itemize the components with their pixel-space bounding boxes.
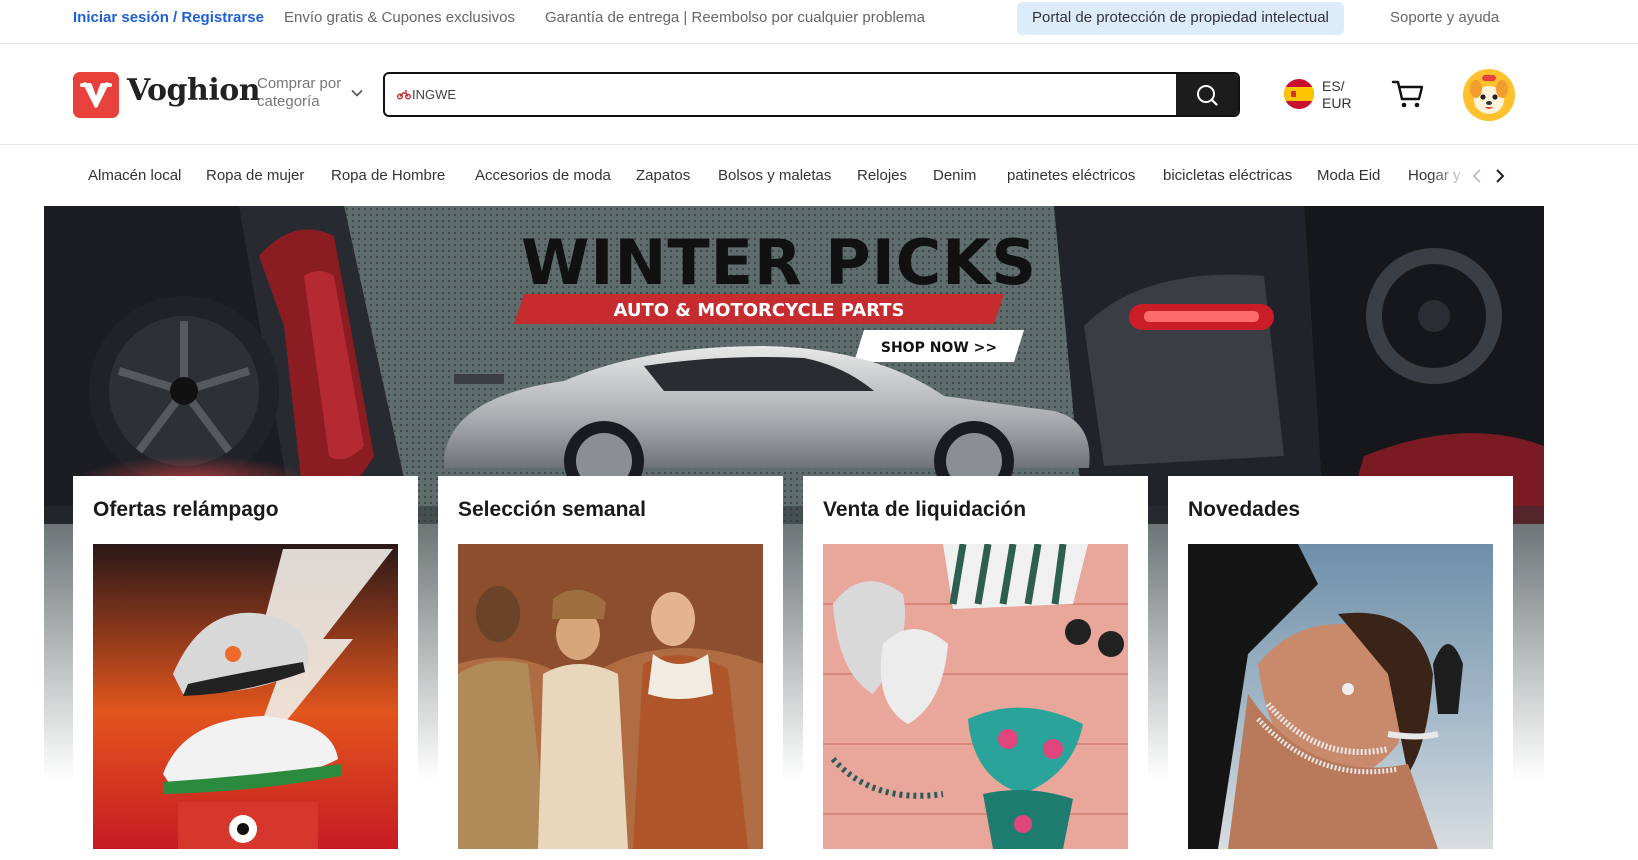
dog-avatar-icon [1463, 69, 1515, 121]
weekly-selection-card[interactable]: Selección semanal [438, 476, 783, 860]
search-bar [383, 72, 1240, 117]
nav-item-ropa-mujer[interactable]: Ropa de mujer [206, 167, 304, 184]
browse-by-category-button[interactable]: Comprar por categoría [257, 75, 357, 111]
language-label: ES/ [1322, 78, 1345, 94]
nav-item-patinetes-electricos[interactable]: patinetes eléctricos [1007, 167, 1135, 184]
currency-label: EUR [1322, 95, 1352, 111]
search-icon [1197, 84, 1218, 106]
chevron-left-icon[interactable] [1467, 166, 1487, 186]
jewelry-model-image[interactable] [1188, 544, 1493, 849]
ip-protection-portal-link[interactable]: Portal de protección de propiedad intele… [1017, 2, 1344, 35]
nav-item-bicicletas-electricas[interactable]: bicicletas eléctricas [1163, 167, 1292, 184]
card-title: Venta de liquidación [823, 498, 1027, 521]
spain-flag-icon[interactable] [1284, 79, 1314, 109]
new-arrivals-card[interactable]: Novedades [1168, 476, 1513, 860]
nav-item-denim[interactable]: Denim [933, 167, 976, 184]
card-title: Selección semanal [458, 498, 646, 521]
top-utility-bar: Iniciar sesión / Registrarse Envío grati… [0, 0, 1638, 44]
delivery-guarantee-text[interactable]: Garantía de entrega | Reembolso por cual… [545, 9, 925, 27]
language-currency-selector[interactable]: ES/ EUR [1322, 78, 1352, 112]
voghion-logo-icon[interactable] [73, 72, 119, 118]
brand-name[interactable]: Voghion [127, 73, 261, 108]
sneakers-image[interactable] [93, 544, 398, 849]
category-nav: Almacén local Ropa de mujer Ropa de Homb… [0, 146, 1638, 206]
chevron-right-icon[interactable] [1490, 166, 1510, 186]
banner-shop-now[interactable]: SHOP NOW >> [881, 340, 997, 356]
nav-item-moda-eid[interactable]: Moda Eid [1317, 167, 1380, 184]
user-avatar[interactable] [1463, 69, 1515, 121]
flash-deals-card[interactable]: Ofertas relámpago [73, 476, 418, 860]
nav-item-almacen-local[interactable]: Almacén local [88, 167, 181, 184]
models-coats-image[interactable] [458, 544, 763, 849]
main-header: Voghion Comprar por categoría ES/ EUR [0, 45, 1638, 145]
nav-item-accesorios-moda[interactable]: Accesorios de moda [475, 167, 611, 184]
support-help-link[interactable]: Soporte y ayuda [1390, 9, 1499, 27]
search-input[interactable] [412, 74, 1152, 115]
shipping-promo-text[interactable]: Envío gratis & Cupones exclusivos [284, 9, 515, 27]
login-register-link[interactable]: Iniciar sesión / Registrarse [73, 9, 264, 27]
nav-item-bolsos-maletas[interactable]: Bolsos y maletas [718, 167, 831, 184]
card-title: Novedades [1188, 498, 1301, 521]
shopping-cart-icon[interactable] [1391, 78, 1425, 110]
nav-fade-overlay [1430, 156, 1470, 196]
clearance-sale-card[interactable]: Venta de liquidación [803, 476, 1148, 860]
card-title: Ofertas relámpago [93, 498, 279, 521]
summer-fashion-image[interactable] [823, 544, 1128, 849]
nav-item-ropa-hombre[interactable]: Ropa de Hombre [331, 167, 445, 184]
banner-subline: AUTO & MOTORCYCLE PARTS [613, 300, 904, 321]
nav-item-relojes[interactable]: Relojes [857, 167, 907, 184]
motorcycle-icon [397, 90, 411, 100]
chevron-down-icon[interactable] [350, 86, 364, 100]
nav-item-zapatos[interactable]: Zapatos [636, 167, 690, 184]
search-button[interactable] [1176, 74, 1238, 115]
banner-headline: WINTER PICKS [521, 226, 1037, 299]
